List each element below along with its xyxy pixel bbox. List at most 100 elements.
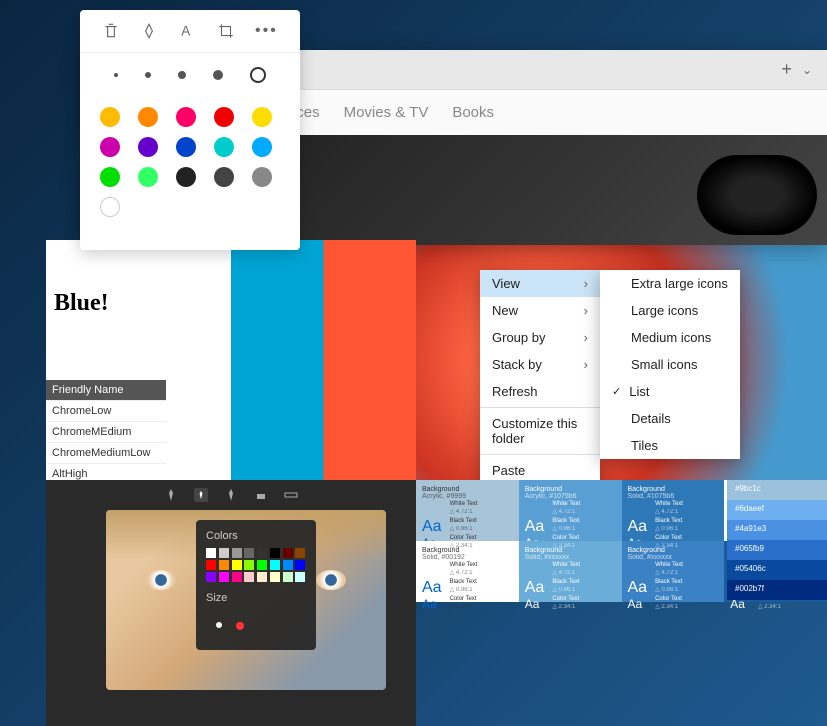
- swatch-row[interactable]: #4a91e3: [727, 520, 827, 540]
- submenu-item[interactable]: Details: [600, 405, 740, 432]
- friendly-name-list: Friendly Name ChromeLow ChromeMEdium Chr…: [46, 380, 166, 485]
- size-slider[interactable]: [206, 610, 306, 640]
- submenu-item[interactable]: List: [600, 378, 740, 405]
- slider-handle[interactable]: [236, 622, 244, 630]
- brush-sizes: [80, 53, 300, 97]
- color-swatch[interactable]: [176, 167, 196, 187]
- mini-color-swatch[interactable]: [257, 548, 267, 558]
- swatch-column: #9bc1c#6daeef#4a91e3#065fb9#05406c#002b7…: [727, 480, 827, 600]
- color-popup: Colors Size: [196, 520, 316, 650]
- list-item[interactable]: ChromeMediumLow: [46, 443, 166, 464]
- color-swatch[interactable]: [138, 167, 158, 187]
- mini-color-swatch[interactable]: [283, 548, 293, 558]
- marker-icon[interactable]: [164, 488, 178, 502]
- new-tab[interactable]: + ⌄: [766, 59, 827, 80]
- mini-color-swatch[interactable]: [295, 572, 305, 582]
- paint-tools-row: A •••: [80, 10, 300, 53]
- nav-movies[interactable]: Movies & TV: [344, 104, 429, 121]
- color-swatch[interactable]: [252, 167, 272, 187]
- color-swatch[interactable]: [176, 107, 196, 127]
- pen-icon[interactable]: [140, 22, 158, 40]
- swatch-row[interactable]: #002b7f: [727, 580, 827, 600]
- submenu-item[interactable]: Large icons: [600, 297, 740, 324]
- mini-color-swatch[interactable]: [232, 548, 242, 558]
- paint-toolbar: A •••: [80, 10, 300, 250]
- color-swatch[interactable]: [100, 167, 120, 187]
- swatch-row[interactable]: #05406c: [727, 560, 827, 580]
- color-swatch[interactable]: [214, 107, 234, 127]
- mini-color-swatch[interactable]: [283, 572, 293, 582]
- ruler-icon[interactable]: [284, 488, 298, 502]
- delete-icon[interactable]: [102, 22, 120, 40]
- mini-color-swatch[interactable]: [295, 548, 305, 558]
- mini-color-swatch[interactable]: [257, 560, 267, 570]
- swatch-row[interactable]: #6daeef: [727, 500, 827, 520]
- context-menu-item[interactable]: Refresh: [480, 378, 600, 405]
- color-swatch[interactable]: [100, 137, 120, 157]
- brush-size-1[interactable]: [114, 73, 118, 77]
- swatch-row[interactable]: #9bc1c: [727, 480, 827, 500]
- mini-color-swatch[interactable]: [270, 548, 280, 558]
- mini-color-swatch[interactable]: [270, 560, 280, 570]
- mini-color-swatch[interactable]: [219, 560, 229, 570]
- color-grid: [80, 97, 300, 227]
- more-icon[interactable]: •••: [255, 22, 278, 40]
- mini-color-swatch[interactable]: [244, 560, 254, 570]
- list-item[interactable]: ChromeMEdium: [46, 422, 166, 443]
- mini-color-swatch[interactable]: [232, 572, 242, 582]
- color-swatch[interactable]: [252, 107, 272, 127]
- submenu-item[interactable]: Small icons: [600, 351, 740, 378]
- swatch-row[interactable]: #065fb9: [727, 540, 827, 560]
- mini-color-swatch[interactable]: [206, 572, 216, 582]
- context-menu-item[interactable]: New: [480, 297, 600, 324]
- mini-color-swatch[interactable]: [219, 572, 229, 582]
- marker-icon[interactable]: [224, 488, 238, 502]
- mini-color-swatch[interactable]: [219, 548, 229, 558]
- photo-editor: Colors Size: [46, 480, 416, 726]
- brush-size-2[interactable]: [145, 72, 151, 78]
- chevron-down-icon[interactable]: ⌄: [802, 63, 812, 77]
- context-menu-item[interactable]: Customize this folder: [480, 410, 600, 452]
- controller-image: [697, 155, 817, 235]
- marker-icon[interactable]: [194, 488, 208, 502]
- color-swatch[interactable]: [214, 137, 234, 157]
- list-item[interactable]: ChromeLow: [46, 401, 166, 422]
- mini-color-swatch[interactable]: [295, 560, 305, 570]
- color-swatch[interactable]: [176, 137, 196, 157]
- mini-color-swatch[interactable]: [244, 572, 254, 582]
- mini-color-swatch[interactable]: [270, 572, 280, 582]
- submenu-item[interactable]: Extra large icons: [600, 270, 740, 297]
- mini-color-swatch[interactable]: [206, 548, 216, 558]
- palette-cell[interactable]: BackgroundAcrylic, #9999 AaAa White Text…: [416, 480, 519, 541]
- color-swatch[interactable]: [214, 167, 234, 187]
- color-swatch[interactable]: [252, 137, 272, 157]
- brush-size-4[interactable]: [213, 70, 223, 80]
- slider-end: [216, 622, 222, 628]
- context-menu-item[interactable]: Group by: [480, 324, 600, 351]
- brush-size-3[interactable]: [178, 71, 186, 79]
- mini-color-grid: [206, 548, 306, 582]
- font-icon[interactable]: A: [179, 22, 197, 40]
- context-menu-item[interactable]: View: [480, 270, 600, 297]
- mini-color-swatch[interactable]: [283, 560, 293, 570]
- eraser-icon[interactable]: [254, 488, 268, 502]
- svg-text:A: A: [181, 24, 190, 39]
- mini-color-swatch[interactable]: [232, 560, 242, 570]
- color-swatch[interactable]: [138, 137, 158, 157]
- color-swatch[interactable]: [100, 197, 120, 217]
- nav-books[interactable]: Books: [452, 104, 494, 121]
- palette-cell[interactable]: BackgroundSolid, #1075b6 AaAa White Text…: [622, 480, 725, 541]
- color-swatch[interactable]: [138, 107, 158, 127]
- palette-cell[interactable]: BackgroundAcrylic, #1075b6 AaAa White Te…: [519, 480, 622, 541]
- submenu-item[interactable]: Tiles: [600, 432, 740, 459]
- mini-color-swatch[interactable]: [244, 548, 254, 558]
- view-submenu: Extra large iconsLarge iconsMedium icons…: [600, 270, 740, 459]
- plus-icon: +: [781, 59, 792, 80]
- crop-icon[interactable]: [217, 22, 235, 40]
- submenu-item[interactable]: Medium icons: [600, 324, 740, 351]
- context-menu-item[interactable]: Stack by: [480, 351, 600, 378]
- mini-color-swatch[interactable]: [257, 572, 267, 582]
- color-swatch[interactable]: [100, 107, 120, 127]
- mini-color-swatch[interactable]: [206, 560, 216, 570]
- brush-size-5[interactable]: [250, 67, 266, 83]
